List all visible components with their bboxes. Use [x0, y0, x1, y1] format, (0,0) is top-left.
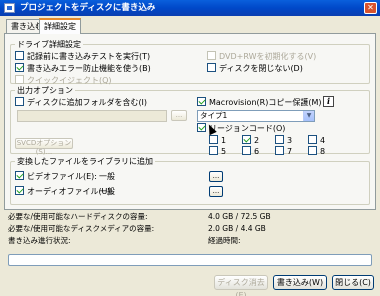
- macrovision-type-value: タイプ1: [200, 111, 228, 120]
- no-close-disc-checkbox[interactable]: ディスクを閉じない(D): [207, 63, 303, 74]
- test-before-write-checkbox[interactable]: 記録前に書き込みテストを実行(T): [15, 51, 150, 62]
- region-checkbox[interactable]: 1: [209, 135, 226, 146]
- disc-space-label: 必要な/使用可能なディスクメディアの容量:: [8, 224, 155, 233]
- close-icon[interactable]: ✕: [364, 2, 377, 14]
- checkbox-box[interactable]: [197, 123, 206, 132]
- region-checkbox[interactable]: 6: [242, 146, 259, 157]
- region-label: 8: [320, 147, 326, 156]
- progress-label: 書き込み進行状況:: [8, 236, 71, 245]
- svcd-options-button: SVCDオプション(S)...: [15, 138, 73, 156]
- tab-advanced-settings[interactable]: 詳細設定: [39, 18, 81, 34]
- region-label: 7: [287, 147, 293, 156]
- region-label: 4: [320, 136, 326, 145]
- region-label: 6: [254, 147, 260, 156]
- macrovision-label: Macrovision(R)コピー保護(M): [209, 98, 322, 107]
- checkbox-box[interactable]: [275, 146, 284, 155]
- add-folder-label: ディスクに追加フォルダを含む(I): [27, 98, 148, 107]
- output-options-legend: 出力オプション: [15, 85, 75, 96]
- region-checkbox[interactable]: 4: [308, 135, 325, 146]
- checkbox-box[interactable]: [15, 186, 24, 195]
- checkbox-box[interactable]: [15, 63, 24, 72]
- video-files-value: 一般: [99, 172, 115, 181]
- browse-folder-button: ...: [171, 110, 187, 121]
- dvd-rw-format-label: DVD+RWを初期化する(V): [219, 52, 317, 61]
- checkbox-box[interactable]: [197, 97, 206, 106]
- no-close-disc-label: ディスクを閉じない(D): [219, 64, 303, 73]
- video-files-checkbox[interactable]: ビデオファイル(E):: [15, 171, 97, 182]
- chevron-down-icon[interactable]: ▼: [303, 111, 314, 121]
- info-icon[interactable]: i: [323, 96, 334, 107]
- region-label: 2: [254, 136, 260, 145]
- region-checkbox[interactable]: 3: [275, 135, 292, 146]
- video-files-label: ビデオファイル(E):: [27, 172, 97, 181]
- checkbox-box[interactable]: [209, 135, 218, 144]
- video-browse-button[interactable]: ...: [209, 171, 223, 182]
- region-code-label: リージョンコード(O): [209, 124, 286, 133]
- dvd-rw-format-checkbox: DVD+RWを初期化する(V): [207, 51, 316, 62]
- burn-progress-bar: [8, 254, 372, 266]
- folder-path-input: [17, 110, 167, 122]
- region-label: 3: [287, 136, 293, 145]
- checkbox-box[interactable]: [308, 146, 317, 155]
- audio-browse-button[interactable]: ...: [209, 186, 223, 197]
- checkbox-box: [15, 75, 24, 84]
- window-title: プロジェクトをディスクに書き込み: [20, 3, 156, 13]
- title-bar: プロジェクトをディスクに書き込み ✕: [0, 0, 380, 16]
- checkbox-box[interactable]: [242, 146, 251, 155]
- close-button[interactable]: 閉じる(C): [332, 275, 374, 290]
- checkbox-box[interactable]: [209, 146, 218, 155]
- region-label: 1: [221, 136, 227, 145]
- region-checkbox[interactable]: 5: [209, 146, 226, 157]
- region-checkbox[interactable]: 8: [308, 146, 325, 157]
- region-label: 5: [221, 147, 227, 156]
- hdd-space-value: 4.0 GB / 72.5 GB: [208, 212, 271, 221]
- disc-space-value: 2.0 GB / 4.4 GB: [208, 224, 266, 233]
- checkbox-box[interactable]: [308, 135, 317, 144]
- elapsed-time-label: 経過時間:: [208, 236, 241, 245]
- checkbox-box[interactable]: [15, 171, 24, 180]
- checkbox-box[interactable]: [15, 51, 24, 60]
- drive-settings-legend: ドライブ詳細設定: [15, 39, 83, 50]
- buffer-underrun-checkbox[interactable]: 書き込みエラー防止機能を使う(B): [15, 63, 151, 74]
- library-group: 変換したファイルをライブラリに追加 ビデオファイル(E): 一般 ... オーデ…: [10, 156, 370, 205]
- app-icon: [4, 3, 15, 13]
- output-options-group: 出力オプション ディスクに追加フォルダを含む(I) ... SVCDオプション(…: [10, 85, 370, 157]
- checkbox-box[interactable]: [207, 63, 216, 72]
- drive-settings-group: ドライブ詳細設定 記録前に書き込みテストを実行(T) 書き込みエラー防止機能を使…: [10, 39, 370, 85]
- region-checkbox[interactable]: 2: [242, 135, 259, 146]
- erase-disc-button: ディスク消去(E): [214, 275, 268, 296]
- hdd-space-label: 必要な/使用可能なハードディスクの容量:: [8, 212, 148, 221]
- macrovision-type-select[interactable]: タイプ1 ▼: [197, 110, 315, 122]
- add-folder-checkbox[interactable]: ディスクに追加フォルダを含む(I): [15, 97, 147, 108]
- checkbox-box: [207, 51, 216, 60]
- library-legend: 変換したファイルをライブラリに追加: [15, 156, 155, 167]
- region-checkbox[interactable]: 7: [275, 146, 292, 157]
- macrovision-checkbox[interactable]: Macrovision(R)コピー保護(M): [197, 97, 321, 108]
- burn-button[interactable]: 書き込み(W): [273, 275, 327, 290]
- quick-eject-label: クイックイジェクト(Q): [27, 76, 112, 85]
- test-before-write-label: 記録前に書き込みテストを実行(T): [27, 52, 151, 61]
- audio-files-value: 一般: [99, 187, 115, 196]
- tab-panel: ドライブ詳細設定 記録前に書き込みテストを実行(T) 書き込みエラー防止機能を使…: [4, 33, 376, 210]
- checkbox-box[interactable]: [275, 135, 284, 144]
- buffer-underrun-label: 書き込みエラー防止機能を使う(B): [27, 64, 151, 73]
- checkbox-box[interactable]: [15, 97, 24, 106]
- checkbox-box[interactable]: [242, 135, 251, 144]
